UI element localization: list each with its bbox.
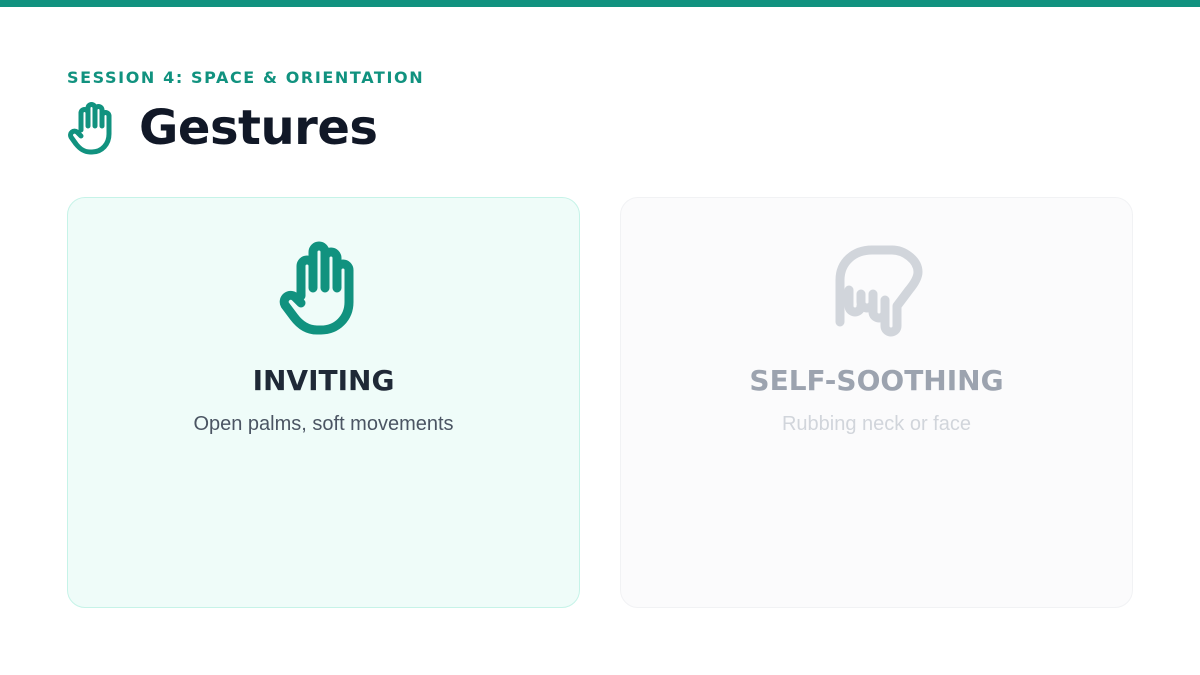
page-title: Gestures — [139, 100, 378, 156]
card-description: Open palms, soft movements — [193, 413, 454, 435]
session-label: SESSION 4: SPACE & ORIENTATION — [67, 68, 425, 87]
title-row: Gestures — [67, 100, 378, 156]
top-accent-bar — [0, 0, 1200, 7]
card-description: Rubbing neck or face — [781, 413, 971, 435]
hand-pointing-down-icon — [835, 245, 922, 337]
open-hand-icon — [68, 102, 112, 155]
card-self-soothing: SELF-SOOTHING Rubbing neck or face — [620, 197, 1133, 608]
card-inviting: INVITING Open palms, soft movements — [67, 197, 580, 608]
card-title: INVITING — [252, 364, 395, 397]
open-hand-icon — [279, 241, 353, 335]
card-title: SELF-SOOTHING — [749, 364, 1004, 397]
